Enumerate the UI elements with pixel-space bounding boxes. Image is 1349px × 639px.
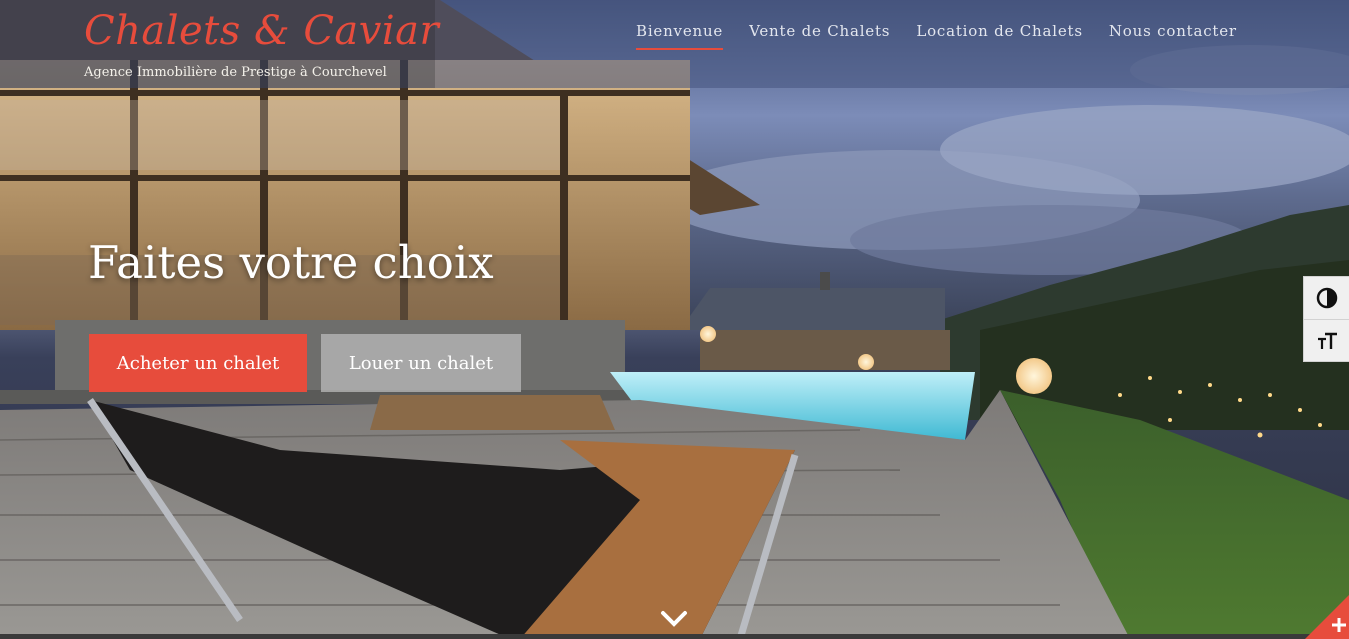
hero-title: Faites votre choix (88, 236, 494, 289)
chevron-down-icon (661, 611, 687, 627)
brand-title[interactable]: Chalets & Caviar (84, 8, 439, 54)
hero-background (0, 0, 1349, 639)
main-nav: Bienvenue Vente de Chalets Location de C… (636, 22, 1237, 50)
brand-block: Chalets & Caviar Agence Immobilière de P… (0, 0, 439, 88)
site-header: Chalets & Caviar Agence Immobilière de P… (0, 0, 1349, 88)
scroll-down-button[interactable] (659, 608, 689, 630)
brand-subtitle: Agence Immobilière de Prestige à Courche… (84, 65, 387, 80)
contrast-button[interactable] (1304, 277, 1349, 319)
bottom-bar (0, 634, 1349, 639)
chalet-scene-image (0, 0, 1349, 639)
contrast-icon (1316, 287, 1337, 309)
nav-item-bienvenue[interactable]: Bienvenue (636, 22, 724, 50)
nav-item-vente[interactable]: Vente de Chalets (749, 22, 890, 50)
plus-icon (1305, 595, 1349, 639)
text-size-button[interactable] (1304, 319, 1349, 361)
corner-plus-button[interactable] (1305, 595, 1349, 639)
nav-item-contact[interactable]: Nous contacter (1109, 22, 1237, 50)
buy-chalet-button[interactable]: Acheter un chalet (89, 334, 307, 392)
rent-chalet-button[interactable]: Louer un chalet (321, 334, 521, 392)
text-size-icon (1317, 332, 1337, 349)
accessibility-toolbar (1303, 276, 1349, 362)
nav-item-location[interactable]: Location de Chalets (916, 22, 1083, 50)
